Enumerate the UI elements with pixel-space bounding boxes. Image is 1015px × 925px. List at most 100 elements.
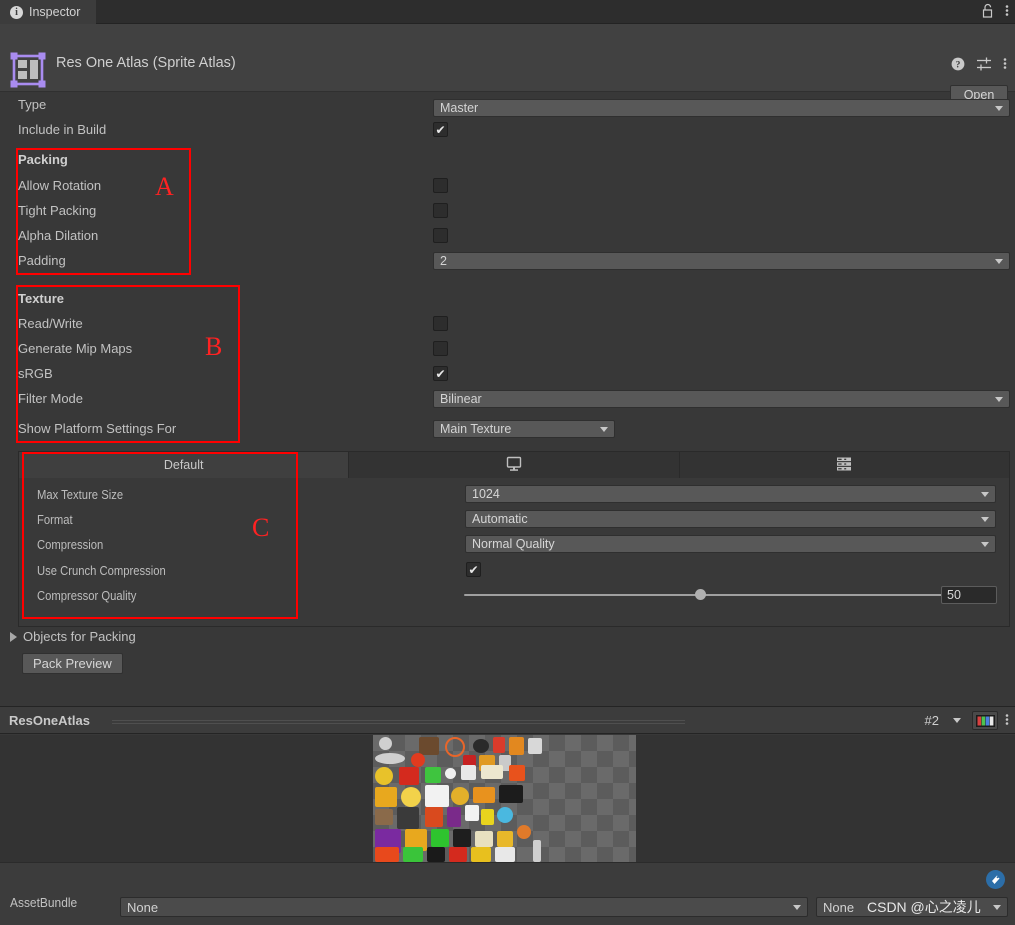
padding-dropdown[interactable]: 2 (433, 252, 1010, 270)
tight-packing-label: Tight Packing (18, 203, 97, 218)
type-dropdown[interactable]: Master (433, 99, 1010, 117)
use-crunch-compression-checkbox[interactable]: ✔ (466, 562, 481, 577)
chevron-right-icon (10, 631, 17, 642)
max-texture-size-value: 1024 (472, 487, 500, 501)
assetbundle-label: AssetBundle (10, 895, 78, 910)
row-generate-mip-maps: Generate Mip Maps (0, 336, 1015, 361)
row-packing-header: Packing (0, 142, 1015, 173)
compressor-quality-slider-handle[interactable] (695, 589, 706, 600)
row-tight-packing: Tight Packing (0, 198, 1015, 223)
show-platform-settings-label: Show Platform Settings For (18, 421, 177, 436)
preview-page-dropdown[interactable]: #2 (918, 711, 965, 730)
platform-tab-bar: Default (19, 452, 1009, 478)
include-in-build-label: Include in Build (18, 122, 107, 137)
tight-packing-checkbox[interactable] (433, 203, 448, 218)
row-srgb: sRGB ✔ (0, 361, 1015, 386)
objects-for-packing-label: Objects for Packing (23, 629, 136, 644)
alpha-dilation-checkbox[interactable] (433, 228, 448, 243)
csdn-watermark: CSDN @心之凌儿 (867, 899, 981, 915)
compressor-quality-label: Compressor Quality (37, 589, 137, 603)
allow-rotation-label: Allow Rotation (18, 178, 102, 193)
compression-dropdown[interactable]: Normal Quality (465, 535, 996, 553)
chevron-down-icon (995, 396, 1003, 402)
read-write-label: Read/Write (18, 316, 83, 331)
sprite-atlas-preview-image[interactable] (373, 735, 636, 862)
preset-settings-icon[interactable] (976, 57, 992, 74)
chevron-down-icon (981, 491, 989, 497)
row-show-platform-settings: Show Platform Settings For Main Texture (0, 411, 1015, 442)
row-read-write: Read/Write (0, 311, 1015, 336)
sprite-atlas-icon (8, 50, 48, 90)
platform-settings-body: Max Texture Size 1024 Format Automatic C… (19, 478, 1009, 626)
tabstrip-controls (981, 0, 1009, 24)
generate-mip-maps-checkbox[interactable] (433, 341, 448, 356)
kebab-menu-icon[interactable] (1005, 712, 1009, 730)
max-texture-size-label: Max Texture Size (37, 488, 124, 502)
platform-settings-value: Main Texture (440, 422, 512, 436)
assetbundle-variant-dropdown[interactable]: None CSDN @心之凌儿 (816, 897, 1008, 917)
row-padding: Padding 2 (0, 248, 1015, 273)
assetbundle-dropdown[interactable]: None (120, 897, 808, 917)
row-alpha-dilation: Alpha Dilation (0, 223, 1015, 248)
srgb-checkbox[interactable]: ✔ (433, 366, 448, 381)
read-write-checkbox[interactable] (433, 316, 448, 331)
padding-label: Padding (18, 253, 66, 268)
object-header: Res One Atlas (Sprite Atlas) ? Open (0, 24, 1015, 105)
kebab-menu-icon[interactable] (1005, 3, 1009, 21)
objects-for-packing-foldout[interactable]: Objects for Packing (10, 629, 136, 644)
chevron-down-icon (953, 718, 961, 723)
tab-inspector[interactable]: i Inspector (0, 0, 97, 24)
filter-mode-dropdown[interactable]: Bilinear (433, 390, 1010, 408)
row-filter-mode: Filter Mode Bilinear (0, 386, 1015, 411)
padding-value: 2 (440, 254, 447, 268)
alpha-dilation-label: Alpha Dilation (18, 228, 99, 243)
type-label: Type (18, 97, 47, 112)
platform-tab-webgl[interactable] (680, 452, 1009, 478)
preview-body: ResOneAtlas 1024x512 RGBA Compressed DXT… (0, 735, 1015, 862)
compressor-quality-slider-track[interactable] (464, 594, 954, 596)
srgb-label: sRGB (18, 366, 53, 381)
include-in-build-checkbox[interactable]: ✔ (433, 122, 448, 137)
platform-settings-dropdown[interactable]: Main Texture (433, 420, 615, 438)
chevron-down-icon (600, 426, 608, 432)
max-texture-size-dropdown[interactable]: 1024 (465, 485, 996, 503)
inspector-body: Type Master Include in Build ✔ Packing A… (0, 92, 1015, 442)
format-label: Format (37, 513, 73, 527)
asset-label-tag-icon[interactable] (986, 870, 1005, 889)
row-include-in-build: Include in Build ✔ (0, 117, 1015, 142)
platform-tab-standalone[interactable] (349, 452, 680, 478)
platform-settings-panel: Default Max Texture Size 1024 Format Aut… (18, 451, 1010, 627)
lock-open-icon[interactable] (981, 3, 994, 21)
compressor-quality-field[interactable]: 50 (941, 586, 997, 604)
preview-rule-top (112, 720, 685, 721)
allow-rotation-checkbox[interactable] (433, 178, 448, 193)
row-type: Type Master (0, 92, 1015, 117)
preview-rule-bottom (112, 723, 685, 724)
type-value: Master (440, 101, 479, 115)
chevron-down-icon (995, 258, 1003, 264)
generate-mip-maps-label: Generate Mip Maps (18, 341, 133, 356)
chevron-down-icon (981, 516, 989, 522)
help-icon[interactable]: ? (951, 57, 965, 74)
object-header-controls: ? (951, 56, 1007, 74)
row-texture-header: Texture (0, 273, 1015, 311)
platform-tab-default[interactable]: Default (19, 452, 350, 478)
preview-page-value: #2 (924, 713, 939, 728)
assetbundle-value: None (127, 899, 159, 915)
kebab-menu-icon[interactable] (1003, 56, 1007, 74)
svg-text:?: ? (956, 60, 961, 70)
rgb-channel-icon[interactable] (972, 711, 998, 730)
webgl-server-icon (835, 456, 853, 475)
compression-label: Compression (37, 538, 104, 552)
compression-value: Normal Quality (472, 537, 555, 551)
platform-tab-default-label: Default (163, 458, 204, 472)
pack-preview-button[interactable]: Pack Preview (22, 653, 123, 674)
tab-inspector-label: Inspector (29, 5, 81, 19)
chevron-down-icon (793, 904, 801, 910)
preview-controls: #2 (918, 711, 1009, 730)
window-tabstrip: i Inspector (0, 0, 1015, 24)
format-dropdown[interactable]: Automatic (465, 510, 996, 528)
info-icon: i (10, 5, 23, 19)
inspector-window: i Inspector Res One Atlas (Sprite Atlas)… (0, 0, 1015, 925)
chevron-down-icon (993, 904, 1001, 910)
